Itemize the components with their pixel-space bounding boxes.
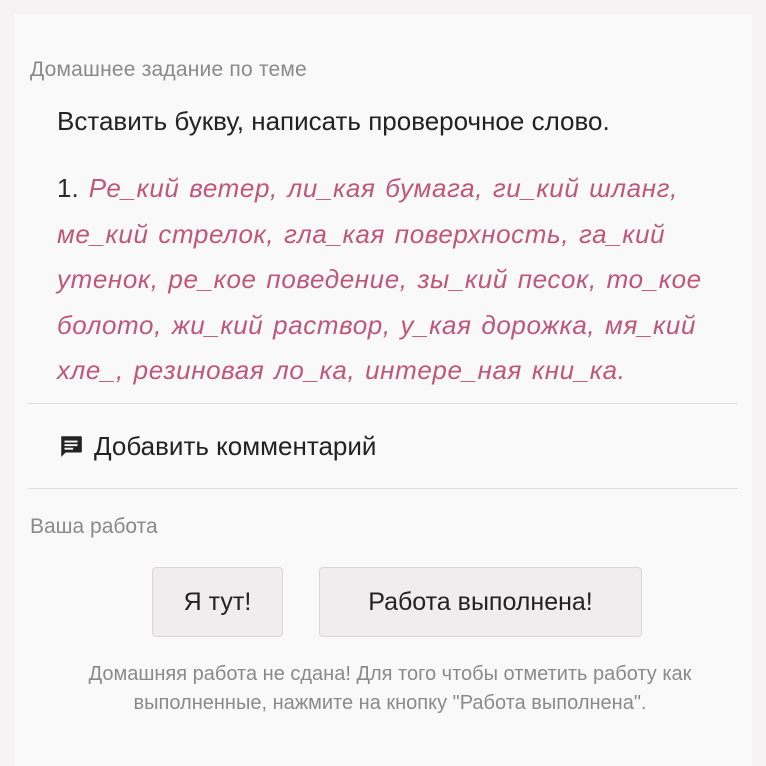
here-button[interactable]: Я тут! [152,567,283,637]
task-body: 1. Ре_кий ветер, ли_кая бумага, ги_кий шл… [57,166,747,394]
submission-notice: Домашняя работа не сдана! Для того чтобы… [88,663,692,714]
comment-icon [58,433,84,459]
work-done-button[interactable]: Работа выполнена! [319,567,642,637]
divider [28,488,738,489]
task-title: Вставить букву, написать проверочное сло… [57,106,610,136]
add-comment-button[interactable]: Добавить комментарий [58,426,376,466]
divider [28,403,738,404]
task-text: Ре_кий ветер, ли_кая бумага, ги_кий шлан… [57,173,702,385]
homework-section-title: Домашнее задание по теме [30,58,307,81]
page: Домашнее задание по теме Вставить букву,… [0,0,766,766]
add-comment-label: Добавить комментарий [94,430,377,461]
task-number: 1. [57,173,79,203]
work-section-title: Ваша работа [30,515,158,538]
